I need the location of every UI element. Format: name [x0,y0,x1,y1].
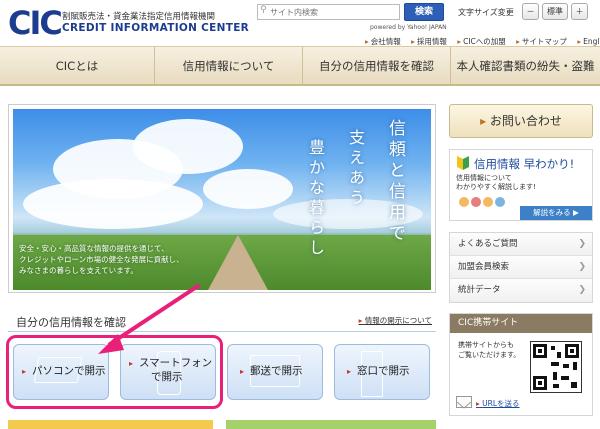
search-input[interactable] [270,6,395,18]
logo[interactable]: CIC [8,5,63,41]
bottom-banner-yellow [8,420,213,429]
mail-icon [456,396,472,409]
logo-subtitle: 割賦販売法・貸金業法指定信用情報機関 [62,12,216,22]
sidebar-links: よくあるご質問 ❯ 加盟会員検索 ❯ 統計データ ❯ [449,232,593,303]
people-illustration-icon [458,194,506,208]
util-link-recruit[interactable]: ▸ 採用情報 [411,37,447,46]
nav-credit-info[interactable]: 信用情報について [155,47,303,85]
pointer-arrow-icon [98,284,200,354]
util-link-company[interactable]: ▸ 会社情報 [365,37,401,46]
hero-panel: 信頼と信用で 支えあう 豊かな暮らし 安全・安心・高品質な情報の提供を通じて、 … [8,104,436,293]
hero-vertical-text-2: 支えあう [346,129,365,209]
chevron-right-icon: ▸ [480,114,487,128]
font-size-decrease-button[interactable]: － [522,3,539,20]
nav-about-cic[interactable]: CICとは [0,47,155,85]
disclose-at-counter-button[interactable]: ▸ 窓口で開示 [334,344,430,400]
hero-caption: 安全・安心・高品質な情報の提供を通じて、 クレジットやローン市場の健全な発展に貢… [19,244,184,275]
font-size-label: 文字サイズ変更 [458,8,514,17]
hero-vertical-text-1: 信頼と信用で [385,119,405,245]
sidebar-link-faq[interactable]: よくあるご質問 ❯ [450,233,592,256]
util-link-english[interactable]: ▸English [577,37,600,46]
bottom-banner-green [226,420,436,429]
global-nav: CICとは 信用情報について 自分の信用情報を確認 本人確認書類の紛失・盗難 [0,46,600,86]
nav-check-own-info[interactable]: 自分の信用情報を確認 [303,47,451,85]
qr-code-icon [530,341,582,393]
mobile-site-title: CIC携帯サイト [450,314,592,333]
disclose-by-mail-button[interactable]: ▸ 郵送で開示 [227,344,323,400]
search-icon: ⚲ [260,5,267,15]
send-url-link[interactable]: ▸ URLを送る [476,398,520,409]
hero-image: 信頼と信用で 支えあう 豊かな暮らし 安全・安心・高品質な情報の提供を通じて、 … [13,109,431,290]
contact-button[interactable]: ▸ お問い合わせ [449,104,593,138]
hero-vertical-text-3: 豊かな暮らし [306,139,325,259]
font-size-increase-button[interactable]: ＋ [571,3,588,20]
mobile-site-panel: CIC携帯サイト 携帯サイトからも ご覧いただけます。 ▸ URLを送る [449,313,593,416]
credit-info-guide-banner[interactable]: 信用情報 早わかり! 信用情報について わかりやすく解説します! 解説をみる ▶ [449,149,593,221]
beginner-mark-icon [457,155,469,170]
search-box: ⚲ [257,4,400,20]
sidebar-link-member-search[interactable]: 加盟会員検索 ❯ [450,256,592,279]
search-powered-by: powered by Yahoo! JAPAN [370,24,447,31]
mobile-site-text: 携帯サイトからも ご覧いただけます。 [458,341,521,359]
sidebar-link-statistics[interactable]: 統計データ ❯ [450,279,592,302]
logo-english-name: CREDIT INFORMATION CENTER [62,22,250,34]
font-size-standard-button[interactable]: 標準 [542,3,568,20]
util-link-sitemap[interactable]: ▸ サイトマップ [516,37,567,46]
nav-lost-id-documents[interactable]: 本人確認書類の紛失・盗難 [451,47,600,85]
disclosure-info-link[interactable]: ▸ 情報の開示について [359,315,432,326]
search-button[interactable]: 検索 [404,3,444,21]
util-link-join[interactable]: ▸ CICへの加盟 [457,37,505,46]
